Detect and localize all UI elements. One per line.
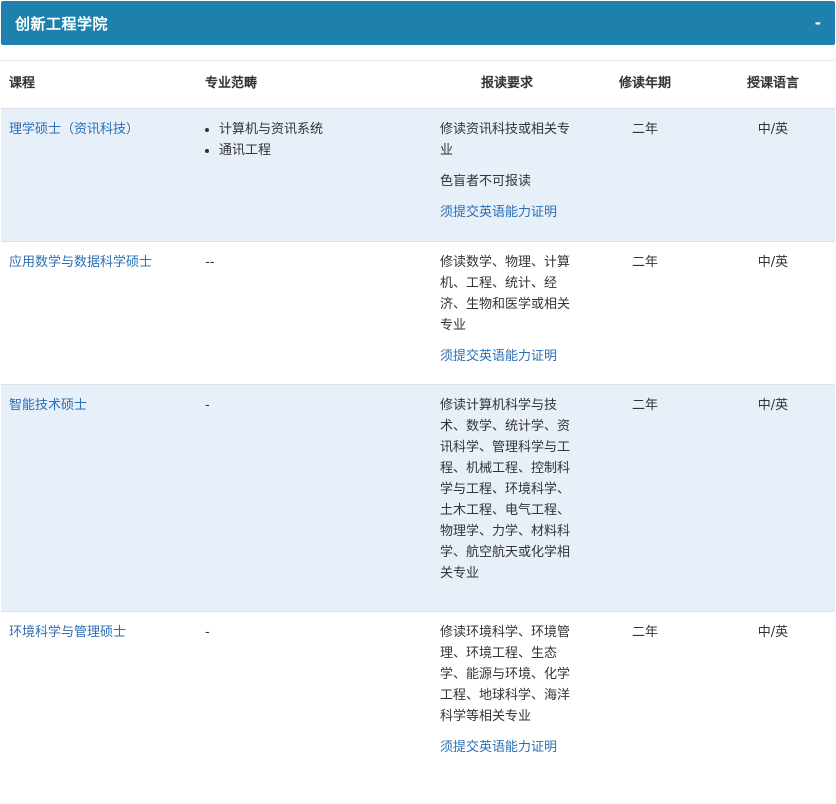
program-link[interactable]: 理学硕士（资讯科技） [9,122,139,137]
header-scope: 专业范畴 [205,76,258,91]
program-link[interactable]: 智能技术硕士 [9,398,87,413]
language-cell: 中/英 [757,122,789,137]
requirements-cell: 修读资讯科技或相关专业 色盲者不可报读 须提交英语能力证明 [440,119,574,223]
language-cell: 中/英 [757,625,789,640]
table-row: 应用数学与数据科学硕士 -- 修读数学、物理、计算机、工程、统计、经济、生物和医… [1,242,835,385]
duration-cell: 二年 [631,255,658,270]
program-link[interactable]: 应用数学与数据科学硕士 [9,255,152,270]
english-proof-link[interactable]: 须提交英语能力证明 [440,740,557,755]
requirement-text: 修读环境科学、环境管理、环境工程、生态学、能源与环境、化学工程、地球科学、海洋科… [440,625,571,724]
collapse-button[interactable]: - [813,14,823,32]
english-proof-link[interactable]: 须提交英语能力证明 [440,205,557,220]
program-table: 课程 专业范畴 报读要求 修读年期 授课语言 理学硕士（资讯科技） 计算机与资讯… [1,60,835,797]
english-proof-link[interactable]: 须提交英语能力证明 [440,349,557,364]
header-requirements: 报读要求 [480,76,533,91]
table-row: 智能技术硕士 - 修读计算机科学与技术、数学、统计学、资讯科学、管理科学与工程、… [1,385,835,612]
scope-cell: - [205,625,210,640]
panel-title: 创新工程学院 [15,14,109,33]
panel-header[interactable]: 创新工程学院 - [1,1,835,45]
language-cell: 中/英 [757,255,789,270]
table-header-row: 课程 专业范畴 报读要求 修读年期 授课语言 [1,60,835,109]
header-language: 授课语言 [746,76,799,91]
header-program: 课程 [9,76,36,91]
table-row: 理学硕士（资讯科技） 计算机与资讯系统 通讯工程 修读资讯科技或相关专业 色盲者… [1,109,835,242]
requirements-cell: 修读数学、物理、计算机、工程、统计、经济、生物和医学或相关专业 须提交英语能力证… [440,252,574,367]
requirement-note: 色盲者不可报读 [440,174,532,189]
scope-list: 计算机与资讯系统 通讯工程 [205,119,425,161]
scope-cell: - [205,398,210,413]
college-panel: 创新工程学院 - 课程 专业范畴 报读要求 修读年期 授课语言 理学硕士（资讯科… [0,0,836,804]
scope-cell: -- [205,255,215,270]
requirements-cell: 修读计算机科学与技术、数学、统计学、资讯科学、管理科学与工程、机械工程、控制科学… [440,395,574,584]
language-cell: 中/英 [757,398,789,413]
program-link[interactable]: 环境科学与管理硕士 [9,625,126,640]
duration-cell: 二年 [631,398,658,413]
requirement-text: 修读资讯科技或相关专业 [440,122,571,158]
requirements-cell: 修读环境科学、环境管理、环境工程、生态学、能源与环境、化学工程、地球科学、海洋科… [440,622,574,758]
header-duration: 修读年期 [618,76,671,91]
requirement-text: 修读计算机科学与技术、数学、统计学、资讯科学、管理科学与工程、机械工程、控制科学… [440,398,571,581]
duration-cell: 二年 [631,122,658,137]
duration-cell: 二年 [631,625,658,640]
table-row: 环境科学与管理硕士 - 修读环境科学、环境管理、环境工程、生态学、能源与环境、化… [1,612,835,797]
scope-item: 计算机与资讯系统 [219,119,425,140]
requirement-text: 修读数学、物理、计算机、工程、统计、经济、生物和医学或相关专业 [440,255,571,333]
scope-item: 通讯工程 [219,140,425,161]
